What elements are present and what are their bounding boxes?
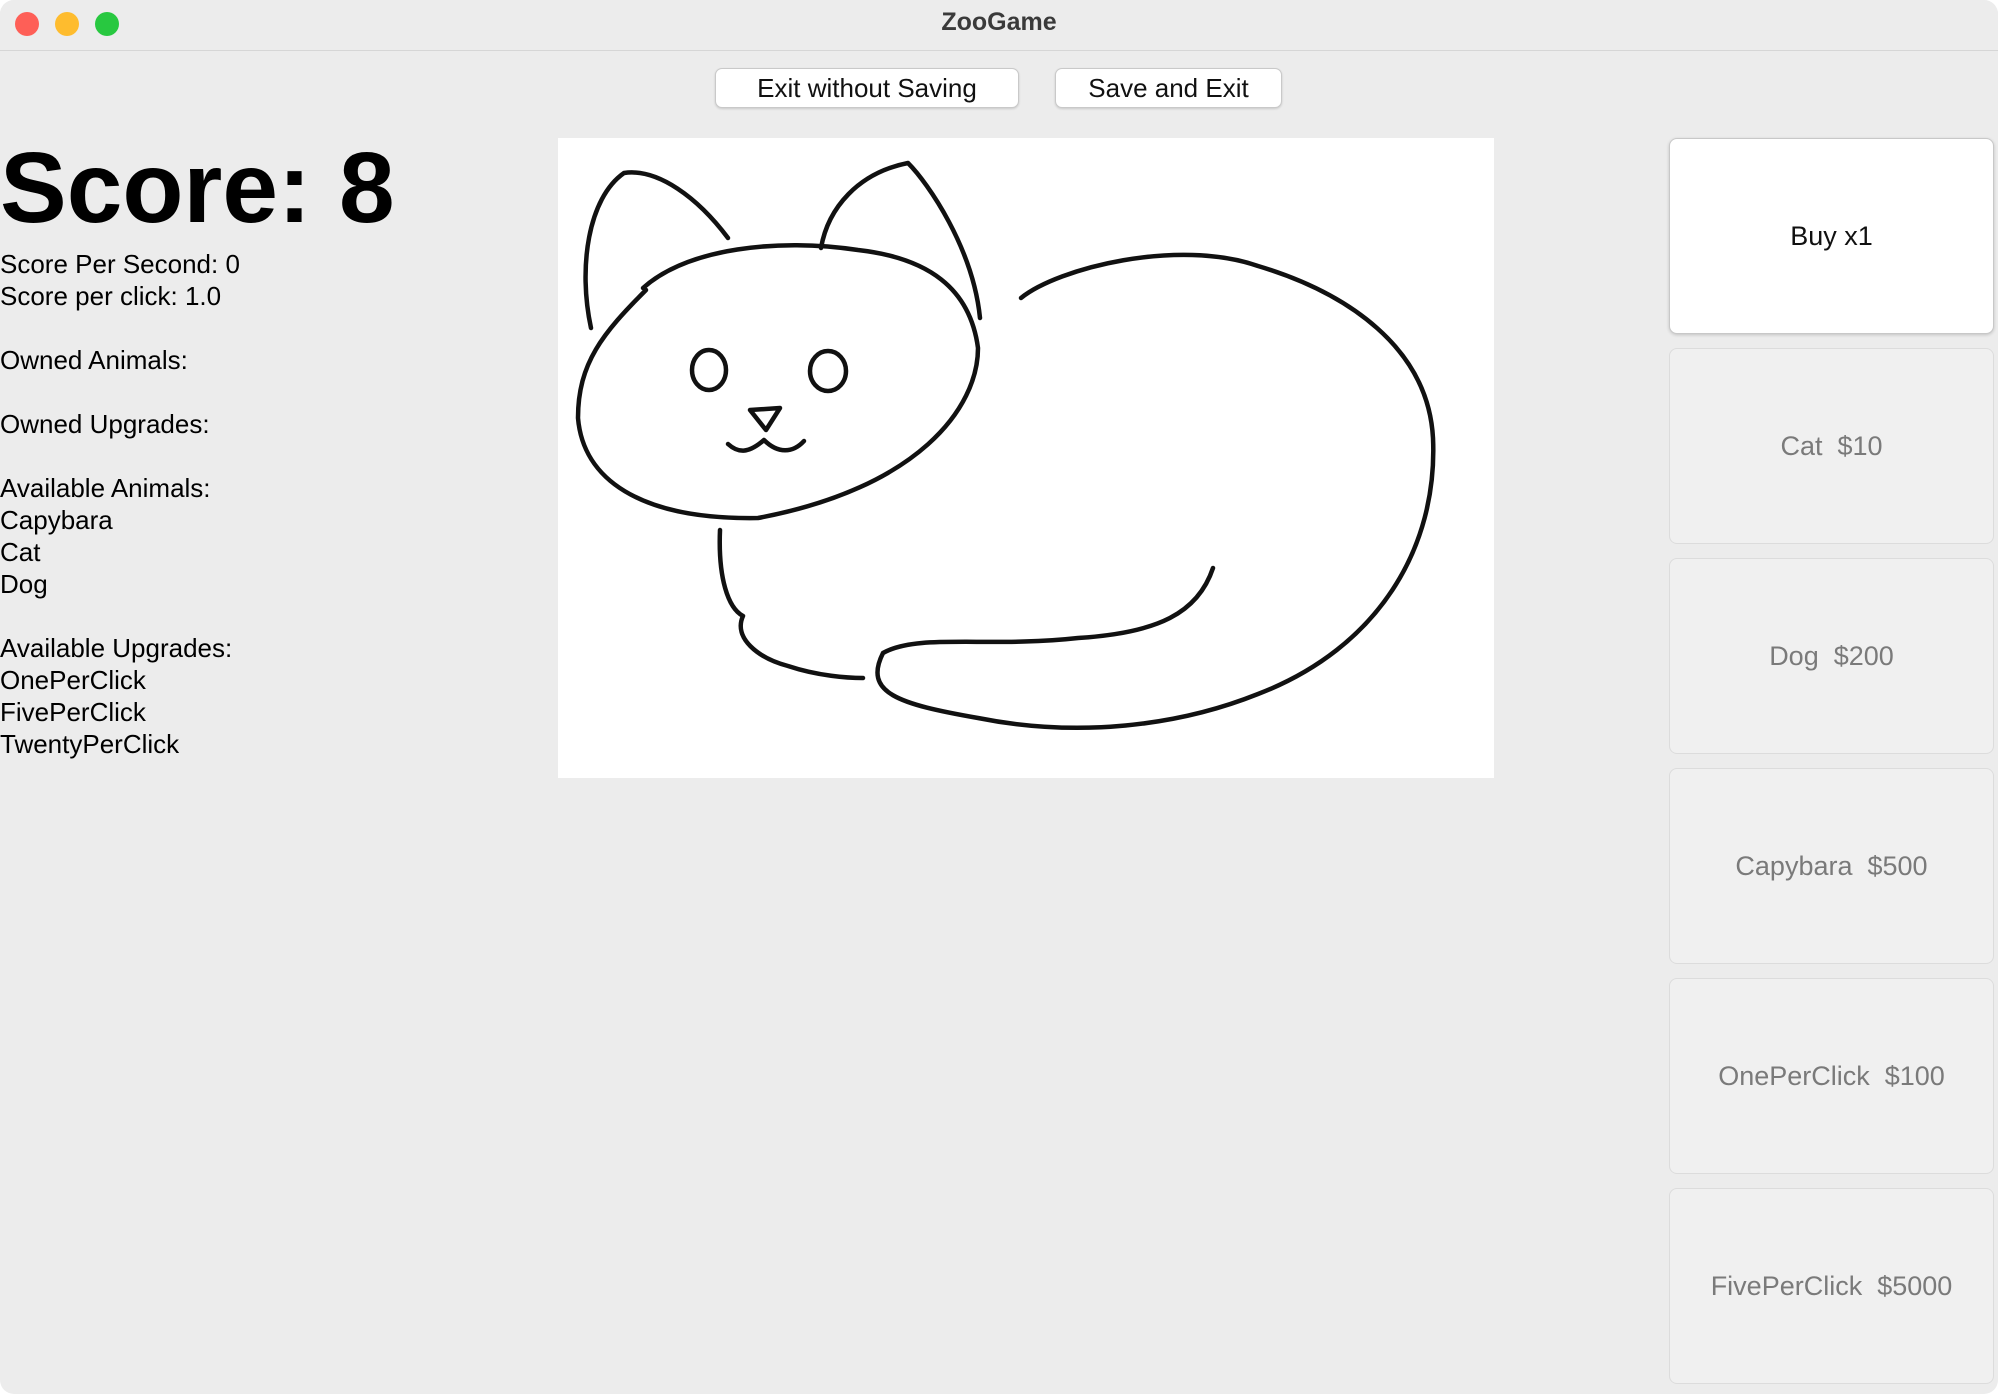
buy-quantity-button[interactable]: Buy x1: [1669, 138, 1994, 334]
shop-item-cat[interactable]: Cat $10: [1669, 348, 1994, 544]
available-upgrades-heading: Available Upgrades:: [0, 633, 233, 663]
cat-drawing-icon[interactable]: [558, 138, 1494, 778]
save-and-exit-button[interactable]: Save and Exit: [1055, 68, 1282, 108]
window-title: ZooGame: [941, 8, 1057, 36]
available-animal-item: Dog: [0, 569, 48, 599]
score-per-second: Score Per Second: 0: [0, 249, 240, 279]
owned-upgrades-heading: Owned Upgrades:: [0, 409, 210, 439]
available-animal-item: Capybara: [0, 505, 113, 535]
shop-item-oneperclick[interactable]: OnePerClick $100: [1669, 978, 1994, 1174]
title-bar: ZooGame: [0, 0, 1998, 51]
animal-click-area[interactable]: [558, 138, 1494, 778]
available-animal-item: Cat: [0, 537, 41, 567]
shop-item-fiveperclick[interactable]: FivePerClick $5000: [1669, 1188, 1994, 1384]
available-upgrade-item: TwentyPerClick: [0, 729, 180, 759]
app-window: ZooGame Exit without Saving Save and Exi…: [0, 0, 1998, 1394]
available-animals-heading: Available Animals:: [0, 473, 211, 503]
available-upgrade-item: OnePerClick: [0, 665, 146, 695]
shop-item-dog[interactable]: Dog $200: [1669, 558, 1994, 754]
shop-item-capybara[interactable]: Capybara $500: [1669, 768, 1994, 964]
exit-without-saving-button[interactable]: Exit without Saving: [715, 68, 1019, 108]
score-per-click: Score per click: 1.0: [0, 281, 222, 311]
stats-panel: Score: 8 Score Per Second: 0 Score per c…: [0, 138, 520, 760]
owned-animals-heading: Owned Animals:: [0, 345, 188, 375]
available-upgrade-item: FivePerClick: [0, 697, 146, 727]
score-display: Score: 8: [0, 132, 395, 244]
